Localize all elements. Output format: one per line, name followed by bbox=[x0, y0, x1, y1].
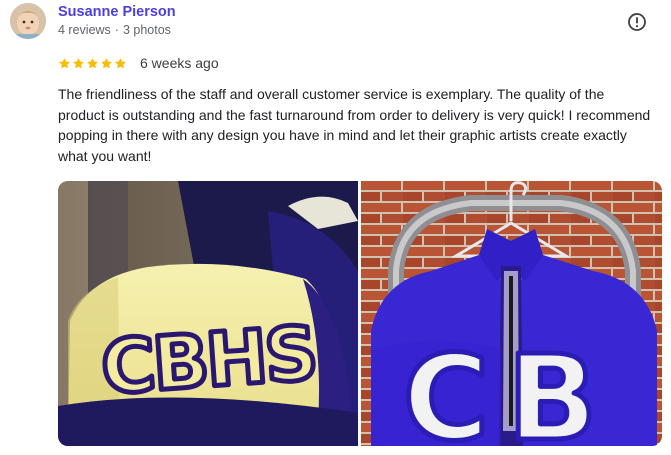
author-name[interactable]: Susanne Pierson bbox=[58, 4, 176, 20]
cap-photo-image: CBHS bbox=[58, 181, 358, 446]
reviews-count: 4 reviews bbox=[58, 23, 111, 37]
star-icon bbox=[59, 57, 70, 68]
review-text: The friendliness of the staff and overal… bbox=[58, 86, 651, 164]
author-meta: 4 reviews · 3 photos bbox=[58, 23, 171, 37]
alert-circle-icon bbox=[628, 13, 646, 31]
star-icon bbox=[73, 57, 84, 68]
cap-embroidery-text: CBHS bbox=[99, 311, 318, 412]
baby-avatar-icon bbox=[10, 3, 46, 39]
meta-separator: · bbox=[114, 23, 119, 37]
review-date: 6 weeks ago bbox=[140, 55, 219, 71]
photos-count: 3 photos bbox=[122, 23, 171, 37]
review-photo-jacket[interactable]: CB bbox=[361, 181, 662, 446]
jacket-embroidery-text: CB bbox=[403, 329, 616, 446]
jacket-photo-image: CB bbox=[361, 181, 662, 446]
star-icon bbox=[87, 57, 98, 68]
rating-row: 6 weeks ago bbox=[58, 55, 219, 71]
avatar[interactable] bbox=[10, 3, 46, 39]
star-icon bbox=[101, 57, 112, 68]
star-icon bbox=[115, 57, 126, 68]
star-rating bbox=[58, 57, 127, 70]
review-card: Susanne Pierson 4 reviews · 3 photos 6 wee… bbox=[0, 0, 671, 455]
review-photo-cap[interactable]: CBHS bbox=[58, 181, 358, 446]
report-button[interactable] bbox=[627, 12, 647, 32]
